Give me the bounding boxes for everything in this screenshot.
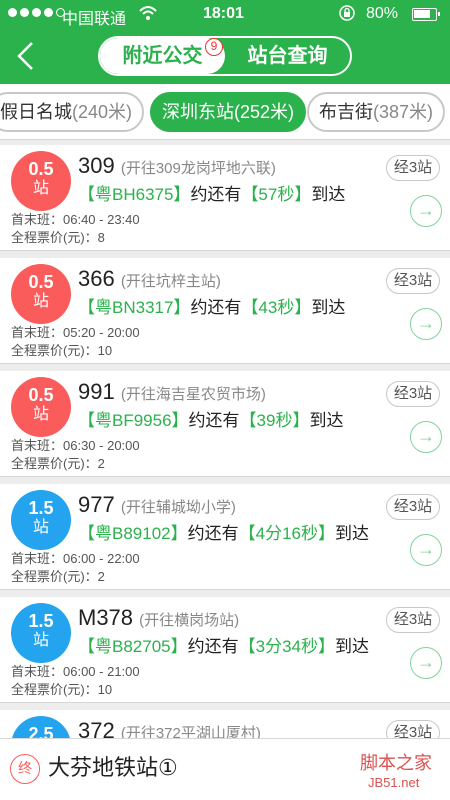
terminal-marker: 终 xyxy=(10,754,40,784)
status-bar: 中国联通 18:01 80% xyxy=(0,0,450,30)
bus-list: 0.5 站 309 (开往309龙岗坪地六联) 【粤BH6375】约还有【57秒】… xyxy=(0,141,450,738)
arrow-right-circle-icon[interactable]: → xyxy=(410,534,442,566)
station-chips: 假日名城(240米) 深圳东站(252米) 布吉街(387米) xyxy=(0,84,450,140)
rotation-lock-icon xyxy=(338,4,356,27)
bus-card[interactable]: 0.5 站 366 (开往坑梓主站) 【粤BN3317】约还有【43秒】到达 首末… xyxy=(0,258,450,364)
eta: 【57秒】 xyxy=(241,185,312,204)
bus-card[interactable]: 0.5 站 309 (开往309龙岗坪地六联) 【粤BH6375】约还有【57秒】… xyxy=(0,145,450,251)
route-destination: (开往辅城坳小学) xyxy=(120,499,236,516)
fare: 全程票价(元)：2 xyxy=(11,456,105,471)
stops-count-badge: 经3站 xyxy=(386,607,440,633)
clock: 18:01 xyxy=(203,5,244,22)
route-destination: (开往309龙岗坪地六联) xyxy=(120,160,276,177)
tab-station-search[interactable]: 站台查询 xyxy=(225,38,350,74)
arrow-right-circle-icon[interactable]: → xyxy=(410,308,442,340)
station-distance: (240米) xyxy=(72,102,133,122)
station-name: 假日名城 xyxy=(0,102,72,122)
arrow-right-circle-icon[interactable]: → xyxy=(410,647,442,679)
station-distance: (252米) xyxy=(234,102,295,122)
arrival-info: 【粤BH6375】约还有【57秒】到达 xyxy=(78,185,346,204)
plate: 【粤BH6375】 xyxy=(78,185,191,204)
fare: 全程票价(元)：10 xyxy=(11,343,113,358)
battery-percent: 80% xyxy=(366,5,399,22)
eta: 【43秒】 xyxy=(241,298,312,317)
plate: 【粤BN3317】 xyxy=(78,298,191,317)
service-hours: 首末班：06:00 - 21:00 xyxy=(11,664,140,679)
service-hours: 首末班：06:40 - 23:40 xyxy=(11,212,140,227)
route-number: M378 (开往横岗场站) xyxy=(78,605,240,630)
arrival-info: 【粤BN3317】约还有【43秒】到达 xyxy=(78,298,346,317)
arrival-info: 【粤BF9956】约还有【39秒】到达 xyxy=(78,411,344,430)
station-chip[interactable]: 假日名城(240米) xyxy=(0,92,145,132)
stations-away-indicator: 1.5 站 xyxy=(11,603,71,663)
station-chip-selected[interactable]: 深圳东站(252米) xyxy=(150,92,307,132)
bus-card[interactable]: 1.5 站 977 (开往辅城坳小学) 【粤B89102】约还有【4分16秒】到达… xyxy=(0,484,450,590)
route-number: 309 (开往309龙岗坪地六联) xyxy=(78,153,276,178)
stops-count-badge: 经3站 xyxy=(386,494,440,520)
fare: 全程票价(元)：10 xyxy=(11,682,113,697)
station-chip[interactable]: 布吉街(387米) xyxy=(307,92,446,132)
stations-away-indicator: 1.5 站 xyxy=(11,490,71,550)
eta: 【4分16秒】 xyxy=(238,524,335,543)
arrival-info: 【粤B82705】约还有【3分34秒】到达 xyxy=(78,637,369,656)
stations-away-indicator: 0.5 站 xyxy=(11,151,71,211)
notification-badge: 9 xyxy=(205,38,223,56)
station-name: 布吉街 xyxy=(319,102,373,122)
route-destination: (开往坑梓主站) xyxy=(120,273,221,290)
terminal-station-name: 大芬地铁站① xyxy=(48,755,178,780)
station-distance: (387米) xyxy=(373,102,434,122)
fare: 全程票价(元)：8 xyxy=(11,230,105,245)
bus-card[interactable]: 2.5站 372 (开往372平湖山厦村) 经3站 xyxy=(0,710,450,738)
arrow-right-circle-icon[interactable]: → xyxy=(410,421,442,453)
nav-bar: 附近公交 站台查询 9 xyxy=(0,30,450,84)
carrier-label: 中国联通 xyxy=(62,11,127,28)
stations-away-indicator: 0.5 站 xyxy=(11,377,71,437)
stops-count-badge: 经3站 xyxy=(386,268,440,294)
signal-dots-icon xyxy=(8,8,65,17)
chevron-left-icon xyxy=(17,42,33,70)
service-hours: 首末班：06:30 - 20:00 xyxy=(11,438,140,453)
stops-count-badge: 经3站 xyxy=(386,381,440,407)
service-hours: 首末班：06:00 - 22:00 xyxy=(11,551,140,566)
route-number: 991 (开往海吉星农贸市场) xyxy=(78,379,266,404)
arrival-info: 【粤B89102】约还有【4分16秒】到达 xyxy=(78,524,369,543)
watermark-text: 脚本之家 xyxy=(360,753,432,773)
fare: 全程票价(元)：2 xyxy=(11,569,105,584)
terminal-bar[interactable]: 终 大芬地铁站① 脚本之家 JB51.net xyxy=(0,738,450,800)
route-destination: (开往横岗场站) xyxy=(139,612,240,629)
plate: 【粤B89102】 xyxy=(78,524,188,543)
battery-icon xyxy=(412,8,440,21)
route-destination: (开往海吉星农贸市场) xyxy=(120,386,266,403)
route-number: 977 (开往辅城坳小学) xyxy=(78,492,236,517)
route-number: 366 (开往坑梓主站) xyxy=(78,266,221,291)
back-button[interactable] xyxy=(6,34,46,78)
route-destination: (开往372平湖山厦村) xyxy=(120,725,261,738)
plate: 【粤BF9956】 xyxy=(78,411,189,430)
station-name: 深圳东站 xyxy=(162,102,234,122)
stations-away-indicator: 2.5站 xyxy=(11,716,71,738)
bus-card[interactable]: 0.5 站 991 (开往海吉星农贸市场) 【粤BF9956】约还有【39秒】到达… xyxy=(0,371,450,477)
stops-count-badge: 经3站 xyxy=(386,155,440,181)
stations-away-indicator: 0.5 站 xyxy=(11,264,71,324)
watermark-url: JB51.net xyxy=(368,775,420,790)
eta: 【3分34秒】 xyxy=(238,637,335,656)
arrow-right-circle-icon[interactable]: → xyxy=(410,195,442,227)
eta: 【39秒】 xyxy=(239,411,310,430)
bus-card[interactable]: 1.5 站 M378 (开往横岗场站) 【粤B82705】约还有【3分34秒】到达… xyxy=(0,597,450,703)
wifi-icon xyxy=(138,4,158,27)
stops-count-badge: 经3站 xyxy=(386,720,440,738)
mode-switch: 附近公交 站台查询 xyxy=(98,36,352,76)
route-number: 372 (开往372平湖山厦村) xyxy=(78,718,261,738)
service-hours: 首末班：05:20 - 20:00 xyxy=(11,325,140,340)
plate: 【粤B82705】 xyxy=(78,637,188,656)
